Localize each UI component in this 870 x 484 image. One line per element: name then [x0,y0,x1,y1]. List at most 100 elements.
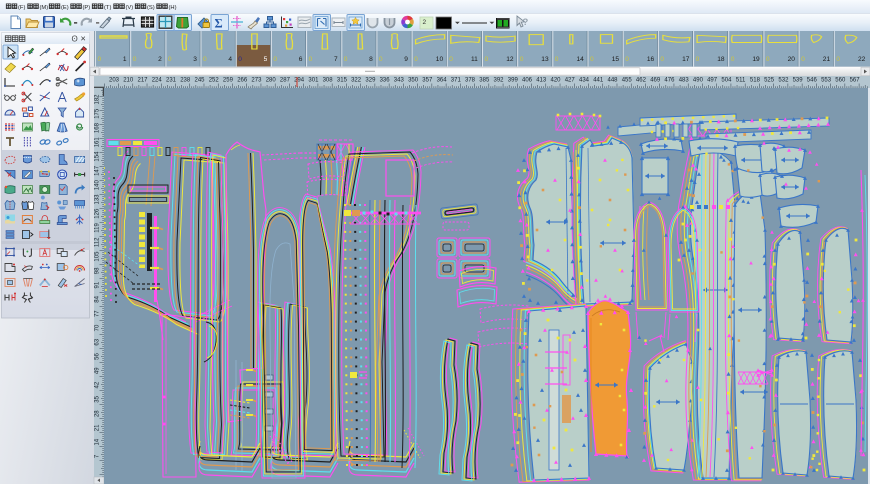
svg-text:553: 553 [821,78,832,84]
svg-text:434: 434 [579,78,590,84]
svg-text:20: 20 [788,56,796,63]
svg-text:56: 56 [95,353,101,360]
svg-text:511: 511 [736,78,746,84]
svg-text:427: 427 [565,78,576,84]
svg-text:140: 140 [95,180,101,191]
svg-text:7: 7 [334,56,338,63]
svg-text:(E): (E) [61,5,69,11]
svg-text:406: 406 [522,78,533,84]
svg-text:0: 0 [696,56,700,63]
svg-text:(M): (M) [40,5,49,11]
svg-text:476: 476 [664,78,675,84]
svg-text:546: 546 [807,78,818,84]
svg-text:18: 18 [717,56,725,63]
svg-text:294: 294 [294,78,305,84]
svg-text:105: 105 [95,251,101,262]
svg-text:13: 13 [541,56,549,63]
svg-text:70: 70 [95,324,101,331]
svg-text:343: 343 [394,78,405,84]
svg-text:0: 0 [660,56,664,63]
svg-text:17: 17 [682,56,690,63]
svg-text:413: 413 [536,78,547,84]
svg-text:0: 0 [485,56,489,63]
svg-text:539: 539 [793,78,804,84]
svg-text:(P): (P) [83,5,91,11]
svg-text:28: 28 [95,410,101,417]
svg-text:0: 0 [203,56,207,63]
svg-text:3: 3 [193,56,197,63]
svg-text:231: 231 [166,78,177,84]
svg-text:329: 329 [365,78,376,84]
svg-text:0: 0 [309,56,313,63]
svg-text:Σ: Σ [215,17,223,31]
svg-text:336: 336 [380,78,391,84]
svg-text:(V): (V) [126,5,134,11]
svg-text:2: 2 [423,19,427,26]
svg-text:0: 0 [168,56,172,63]
svg-text:273: 273 [251,78,262,84]
svg-text:0: 0 [133,56,137,63]
svg-text:490: 490 [693,78,704,84]
svg-text:16: 16 [647,56,655,63]
svg-text:315: 315 [337,78,348,84]
svg-text:0: 0 [414,56,418,63]
svg-text:98: 98 [95,267,101,274]
svg-text:91: 91 [95,281,101,288]
svg-text:(F): (F) [18,5,25,11]
svg-text:84: 84 [95,295,101,302]
svg-text:4: 4 [228,56,232,63]
svg-text:119: 119 [95,223,101,233]
svg-text:ʘ: ʘ [72,35,78,44]
svg-text:0: 0 [836,56,840,63]
svg-text:14: 14 [95,438,101,445]
svg-text:567: 567 [850,78,861,84]
svg-text:(T): (T) [104,5,111,11]
svg-text:1: 1 [123,56,127,63]
svg-text:301: 301 [308,78,319,84]
svg-text:392: 392 [493,78,504,84]
svg-text:371: 371 [451,78,462,84]
svg-text:5: 5 [264,56,268,63]
svg-text:8: 8 [369,56,373,63]
svg-text:462: 462 [636,78,647,84]
svg-text:0: 0 [731,56,735,63]
svg-text:0: 0 [625,56,629,63]
svg-text:63: 63 [95,338,101,345]
svg-text:455: 455 [622,78,633,84]
svg-text:308: 308 [323,78,334,84]
svg-text:133: 133 [95,194,101,205]
svg-text:×: × [81,34,86,44]
svg-text:252: 252 [209,78,220,84]
svg-text:182: 182 [95,94,101,105]
svg-text:469: 469 [650,78,661,84]
svg-text:238: 238 [180,78,191,84]
svg-text:6: 6 [299,56,303,63]
svg-text:168: 168 [95,122,101,133]
svg-text:0: 0 [273,56,277,63]
svg-text:560: 560 [835,78,846,84]
svg-text:77: 77 [95,310,101,317]
svg-text:210: 210 [123,78,134,84]
svg-text:504: 504 [721,78,732,84]
svg-text:280: 280 [266,78,277,84]
svg-text:525: 525 [764,78,775,84]
svg-text:?: ? [523,17,529,28]
svg-text:22: 22 [858,56,866,63]
svg-text:161: 161 [95,137,101,148]
svg-text:350: 350 [408,78,419,84]
svg-text:35: 35 [95,395,101,402]
svg-text:0: 0 [344,56,348,63]
svg-text:287: 287 [280,78,291,84]
svg-text:441: 441 [593,78,604,84]
svg-text:12: 12 [506,56,514,63]
svg-text:518: 518 [750,78,761,84]
svg-text:420: 420 [550,78,561,84]
svg-text:0: 0 [555,56,559,63]
svg-text:175: 175 [95,108,101,119]
svg-text:21: 21 [95,424,101,431]
svg-text:217: 217 [137,78,148,84]
svg-text:(H): (H) [169,5,177,11]
svg-text:11: 11 [471,56,478,63]
svg-text:49: 49 [95,367,101,374]
svg-text:2: 2 [158,56,162,63]
